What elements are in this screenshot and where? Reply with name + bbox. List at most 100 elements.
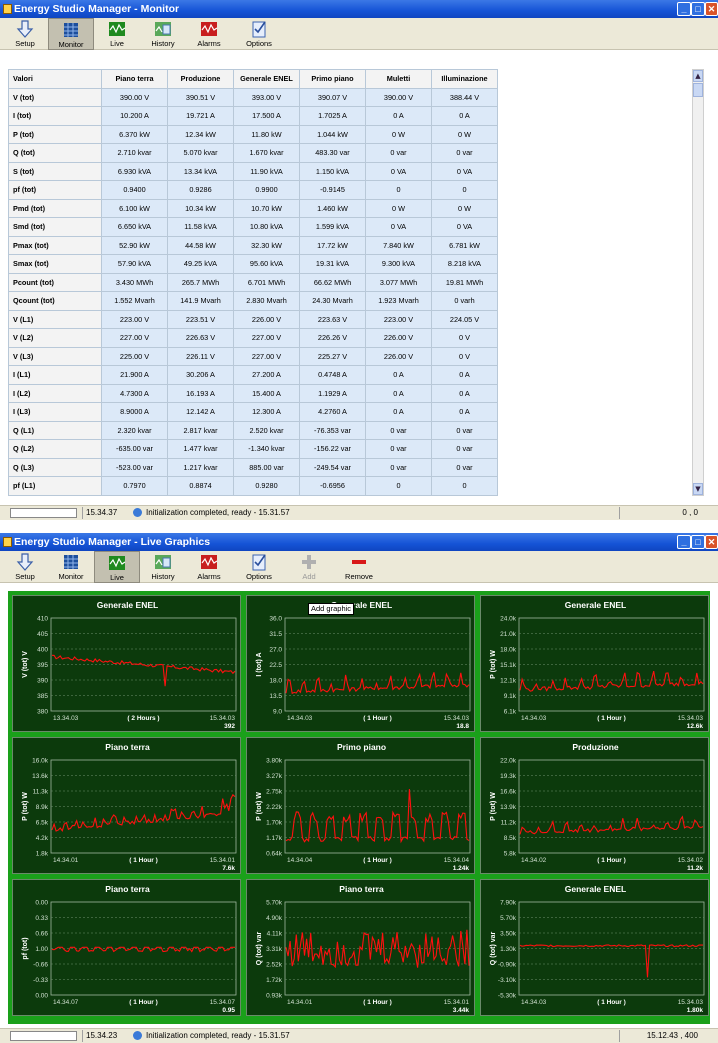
table-row[interactable]: Qcount (tot) 1.552 Mvarh 141.9 Mvarh 2.830 … [8, 291, 498, 311]
toolbar-setup-button[interactable]: Setup [2, 18, 48, 50]
row-label: Pcount (tot) [8, 272, 102, 292]
close-button[interactable]: ✕ [705, 535, 718, 549]
maximize-button[interactable]: □ [691, 2, 705, 16]
table-row[interactable]: Q (L3) -523.00 var 1.217 kvar 885.00 var -24… [8, 457, 498, 477]
toolbar-add-button[interactable]: Add [286, 551, 332, 583]
table-row[interactable]: Pmax (tot) 52.90 kW 44.58 kW 32.30 kW 17.72 … [8, 235, 498, 255]
table-row[interactable]: V (L2) 227.00 V 226.63 V 227.00 V 226.26 V 22… [8, 328, 498, 348]
y-tick-label: 0.66 [35, 931, 48, 938]
table-row[interactable]: V (tot) 390.00 V 390.51 V 393.00 V 390.07 V3… [8, 87, 498, 107]
status-bar: 15.34.23 Initialization completed, ready… [0, 1028, 718, 1043]
row-label: I (L3) [8, 402, 102, 422]
live-chart[interactable]: Generale ENEL P (tot) W 24.0k 21.0k 18.0k 15.… [480, 595, 709, 732]
table-row[interactable]: Smax (tot) 57.90 kVA 49.25 kVA 95.60 kVA 19.… [8, 254, 498, 274]
column-header[interactable]: Muletti [365, 69, 432, 89]
minimize-button[interactable]: _ [677, 535, 691, 549]
column-header[interactable]: Illuminazione [431, 69, 498, 89]
row-label: Smax (tot) [8, 254, 102, 274]
column-header[interactable]: Piano terra [101, 69, 168, 89]
column-header[interactable]: Valori [8, 69, 102, 89]
live-chart[interactable]: Generale ENEL Q (tot) var 7.90k 5.70k 3.50k 1… [480, 879, 709, 1016]
table-row[interactable]: pf (L1) 0.7970 0.8874 0.9280 -0.6956 0 0 [8, 476, 498, 496]
table-row[interactable]: I (L3) 8.9000 A 12.142 A 12.300 A 4.2760 A0 … [8, 402, 498, 422]
maximize-button[interactable]: □ [691, 535, 705, 549]
table-row[interactable]: I (L2) 4.7300 A 16.193 A 15.400 A 1.1929 A0 … [8, 383, 498, 403]
column-header[interactable]: Primo piano [299, 69, 366, 89]
row-label: pf (tot) [8, 180, 102, 200]
toolbar-history-button[interactable]: History [140, 18, 186, 50]
x-end-label: 15.34.03 [444, 715, 470, 722]
x-start-label: 14.34.01 [287, 999, 313, 1006]
vertical-scrollbar[interactable]: ▲ ▼ [692, 69, 704, 496]
table-row[interactable]: Q (L2) -635.00 var 1.477 kvar -1.340 kvar -1… [8, 439, 498, 459]
toolbar-monitor-button[interactable]: Monitor [48, 551, 94, 583]
close-button[interactable]: ✕ [705, 2, 718, 16]
table-cell: 3.430 MWh [101, 272, 168, 292]
table-row[interactable]: P (tot) 6.370 kW 12.34 kW 11.80 kW 1.044 kW 0… [8, 124, 498, 144]
live-chart[interactable]: Generale ENEL I (tot) A 36.0 31.5 27.0 22.5 18… [246, 595, 475, 732]
table-cell: 10.70 kW [233, 198, 300, 218]
table-cell: 0 var [365, 420, 432, 440]
table-row[interactable]: I (tot) 10.200 A 19.721 A 17.500 A 1.7025 A0… [8, 106, 498, 126]
title-bar[interactable]: Energy Studio Manager - Live Graphics _ … [0, 533, 718, 551]
row-label: I (tot) [8, 106, 102, 126]
table-row[interactable]: Q (tot) 2.710 kvar 5.070 kvar 1.670 kvar 483… [8, 143, 498, 163]
table-row[interactable]: Q (L1) 2.320 kvar 2.817 kvar 2.520 kvar -76.… [8, 420, 498, 440]
scroll-down-button[interactable]: ▼ [693, 483, 703, 495]
table-row[interactable]: S (tot) 6.930 kVA 13.34 kVA 11.90 kVA 1.150 … [8, 161, 498, 181]
live-chart[interactable]: Generale ENEL V (tot) V 410 405 400 395 390 385… [12, 595, 241, 732]
monitor-table: Valori Piano terra Produzione Generale ENEL… [8, 69, 498, 496]
toolbar-live-button[interactable]: Live [94, 18, 140, 50]
toolbar-monitor-button[interactable]: Monitor [48, 18, 94, 50]
table-cell: 1.552 Mvarh [101, 291, 168, 311]
toolbar-history-button[interactable]: History [140, 551, 186, 583]
table-row[interactable]: I (L1) 21.900 A 30.206 A 27.200 A 0.4748 A0 … [8, 365, 498, 385]
table-cell: 10.80 kVA [233, 217, 300, 237]
table-row[interactable]: V (L3) 225.00 V 226.11 V 227.00 V 225.27 V 22… [8, 346, 498, 366]
table-row[interactable]: Pcount (tot) 3.430 MWh 265.7 MWh 6.701 MWh 6… [8, 272, 498, 292]
table-cell: 223.51 V [167, 309, 234, 329]
toolbar-alarms-button[interactable]: Alarms [186, 551, 232, 583]
table-cell: 885.00 var [233, 457, 300, 477]
table-row[interactable]: Smd (tot) 6.650 kVA 11.58 kVA 10.80 kVA 1.59… [8, 217, 498, 237]
toolbar-alarms-button[interactable]: Alarms [186, 18, 232, 50]
table-cell: -635.00 var [101, 439, 168, 459]
table-cell: 0 VA [365, 217, 432, 237]
toolbar-live-button[interactable]: Live [94, 551, 140, 583]
scroll-thumb[interactable] [693, 83, 703, 97]
table-cell: 0 W [431, 198, 498, 218]
live-chart[interactable]: Produzione P (tot) W 22.0k 19.3k 16.6k 13.9k 1… [480, 737, 709, 874]
toolbar-options-button[interactable]: Options [236, 18, 282, 50]
column-header[interactable]: Produzione [167, 69, 234, 89]
live-chart[interactable]: Piano terra Q (tot) var 5.70k 4.90k 4.11k 3.3… [246, 879, 475, 1016]
current-value: 0.95 [222, 1007, 235, 1014]
table-cell: 390.51 V [167, 87, 234, 107]
table-row[interactable]: pf (tot) 0.9400 0.9286 0.9900 -0.9145 0 0 [8, 180, 498, 200]
title-bar[interactable]: Energy Studio Manager - Monitor _ □ ✕ [0, 0, 718, 18]
toolbar-button-label: Live [110, 39, 124, 48]
scroll-up-button[interactable]: ▲ [693, 70, 703, 82]
toolbar-setup-button[interactable]: Setup [2, 551, 48, 583]
period-label: ( 1 Hour ) [363, 715, 392, 722]
table-cell: 0 var [431, 420, 498, 440]
table-cell: 52.90 kW [101, 235, 168, 255]
table-row[interactable]: Pmd (tot) 6.100 kW 10.34 kW 10.70 kW 1.460 k… [8, 198, 498, 218]
live-chart[interactable]: Piano terra P (tot) W 16.0k 13.6k 11.3k 8.9k 6… [12, 737, 241, 874]
table-row[interactable]: V (L1) 223.00 V 223.51 V 226.00 V 223.63 V 22… [8, 309, 498, 329]
table-cell: 0 [365, 476, 432, 496]
live-chart[interactable]: Piano terra pf (tot) 0.00 0.33 0.66 1.00 -0.66… [12, 879, 241, 1016]
divider [82, 507, 83, 519]
progress-bar [10, 1031, 77, 1041]
table-cell: 0 var [365, 457, 432, 477]
live-chart[interactable]: Primo piano P (tot) W 3.80k 3.27k 2.75k 2.22k… [246, 737, 475, 874]
x-start-label: 13.34.03 [53, 715, 79, 722]
table-cell: 17.72 kW [299, 235, 366, 255]
column-header[interactable]: Generale ENEL [233, 69, 300, 89]
table-cell: 6.930 kVA [101, 161, 168, 181]
y-axis-label: Q (tot) var [490, 932, 497, 966]
y-tick-label: 6.5k [36, 820, 49, 827]
toolbar-remove-button[interactable]: Remove [336, 551, 382, 583]
info-icon [133, 1031, 142, 1040]
toolbar-options-button[interactable]: Options [236, 551, 282, 583]
minimize-button[interactable]: _ [677, 2, 691, 16]
